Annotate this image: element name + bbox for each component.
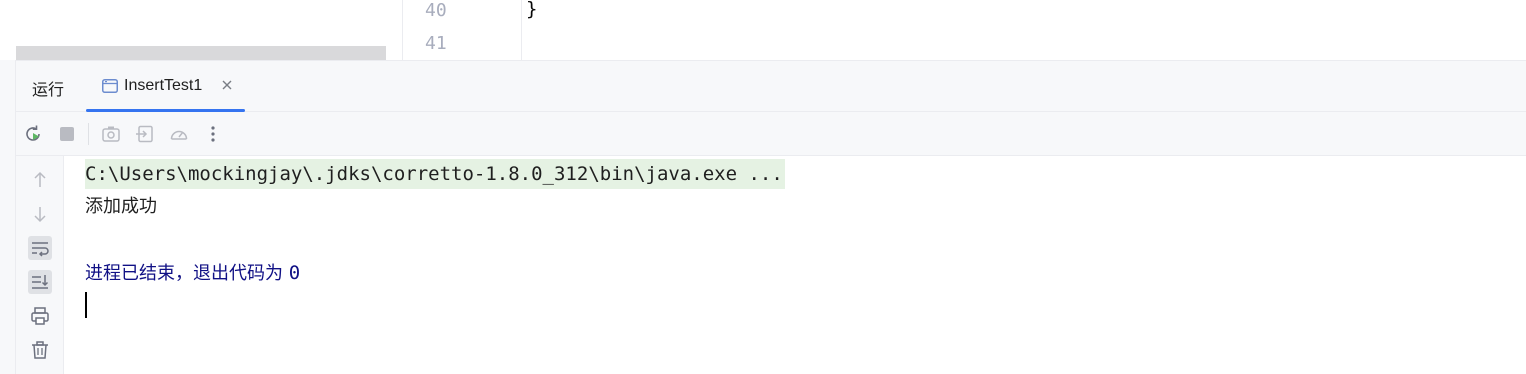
run-tool-window-header: 运行 InsertTest1 bbox=[16, 60, 1526, 112]
line-number: 40 bbox=[425, 0, 447, 21]
tab-label: InsertTest1 bbox=[124, 77, 203, 94]
soft-wrap-icon[interactable] bbox=[28, 236, 52, 260]
camera-icon[interactable] bbox=[101, 124, 121, 144]
exit-code: 0 bbox=[288, 262, 301, 284]
print-icon[interactable] bbox=[28, 304, 52, 328]
tab-insert-test1[interactable]: InsertTest1 bbox=[86, 61, 245, 112]
run-config-icon bbox=[102, 79, 118, 93]
code-editor[interactable]: } bbox=[522, 0, 1526, 60]
program-output: 添加成功 bbox=[85, 196, 157, 217]
toolbar-separator bbox=[88, 123, 89, 145]
console-output[interactable]: C:\Users\mockingjay\.jdks\corretto-1.8.0… bbox=[64, 156, 1526, 374]
run-toolbar bbox=[16, 112, 1526, 156]
profiler-icon[interactable] bbox=[169, 124, 189, 144]
exit-message: 进程已结束，退出代码为 0 bbox=[85, 258, 300, 288]
rerun-icon[interactable] bbox=[23, 124, 43, 144]
run-panel-title: 运行 bbox=[32, 82, 65, 99]
scroll-down-icon[interactable] bbox=[28, 202, 52, 226]
stop-icon[interactable] bbox=[57, 124, 77, 144]
clear-all-icon[interactable] bbox=[28, 338, 52, 362]
scroll-to-end-icon[interactable] bbox=[28, 270, 52, 294]
console-side-actions bbox=[16, 156, 64, 374]
horizontal-scrollbar[interactable] bbox=[16, 46, 386, 60]
restore-layout-icon[interactable] bbox=[135, 124, 155, 144]
more-options-icon[interactable] bbox=[203, 124, 223, 144]
editor-gutter: 40 41 bbox=[403, 0, 522, 60]
exit-message-text: 进程已结束，退出代码为 bbox=[85, 263, 283, 284]
text-caret bbox=[85, 292, 87, 318]
line-number: 41 bbox=[425, 33, 447, 54]
editor-area: 40 41 } bbox=[0, 0, 1526, 60]
command-line: C:\Users\mockingjay\.jdks\corretto-1.8.0… bbox=[85, 159, 785, 189]
scroll-up-icon[interactable] bbox=[28, 168, 52, 192]
code-line: } bbox=[526, 0, 538, 20]
close-icon[interactable] bbox=[220, 78, 234, 92]
